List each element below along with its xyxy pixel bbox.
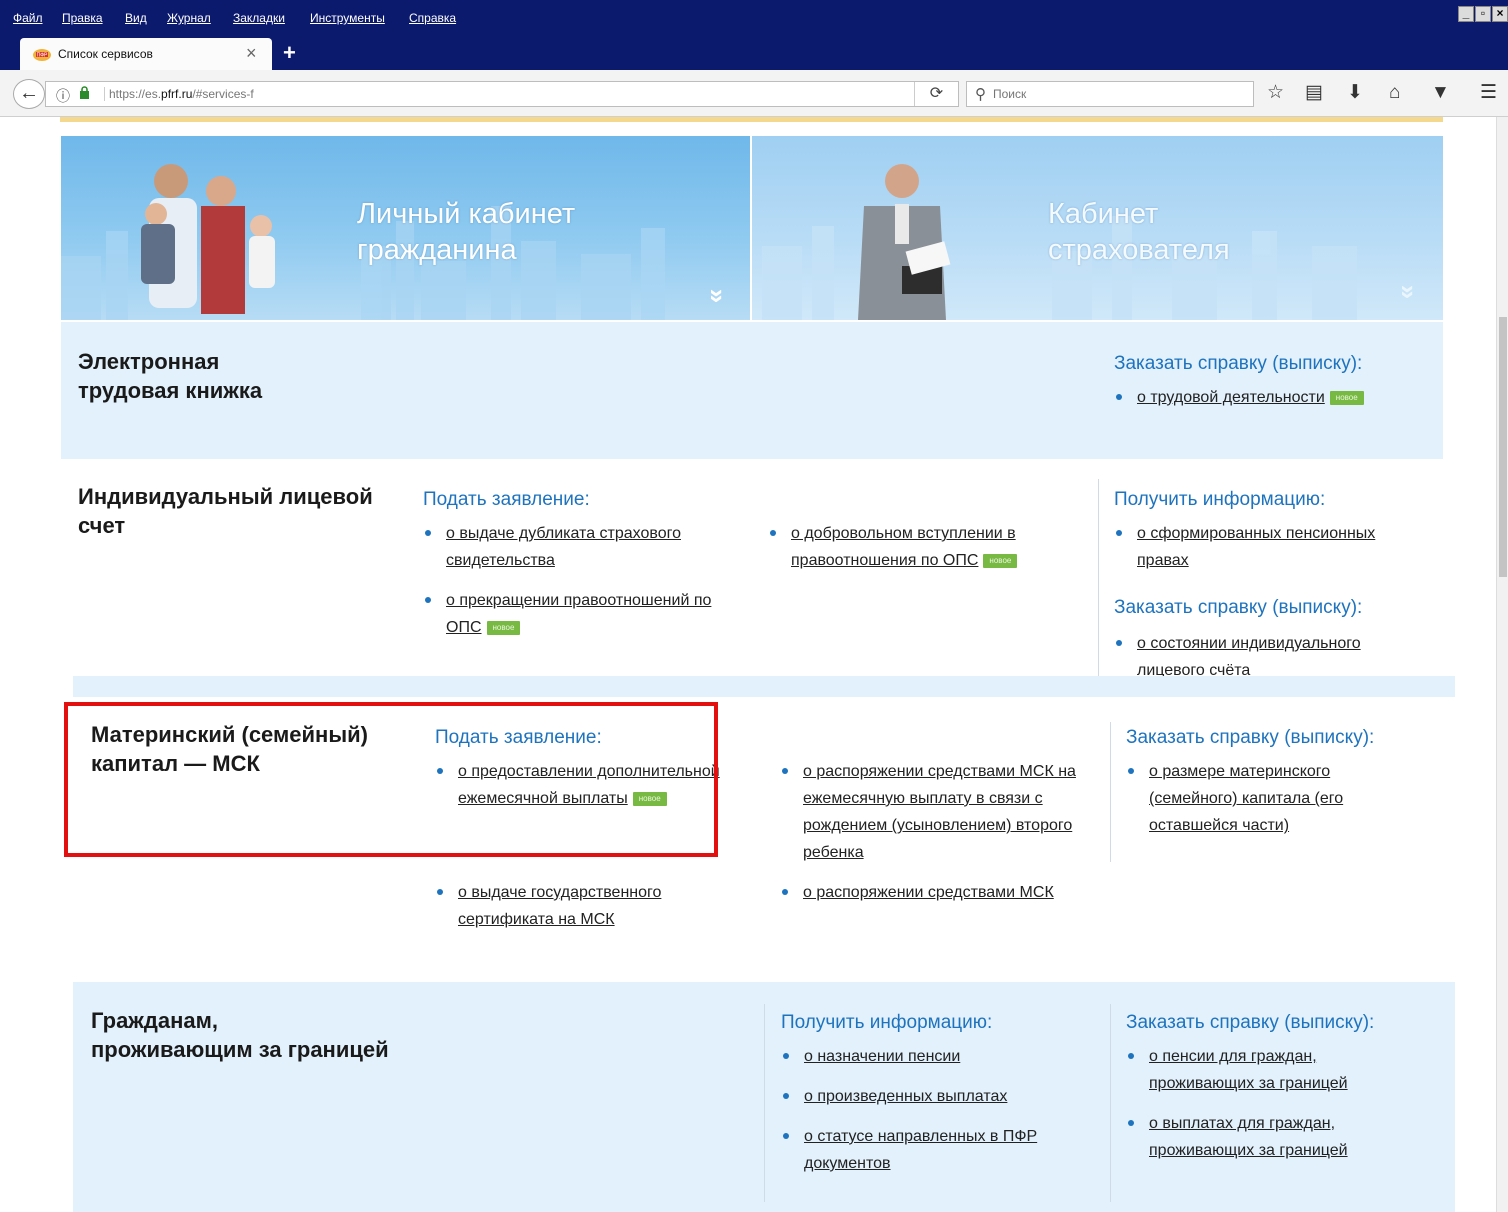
link-documents-status[interactable]: о статусе направленных в ПФР документов xyxy=(783,1123,1074,1177)
url-text[interactable]: https://es.pfrf.ru/#services-f xyxy=(104,87,254,101)
red-highlight-frame xyxy=(64,702,718,857)
link-voluntary-ops[interactable]: о добровольном вступлении в правоотношен… xyxy=(770,520,1061,574)
bullet xyxy=(770,530,776,536)
bullet xyxy=(783,1053,789,1059)
link-labor-activity[interactable]: о трудовой деятельности новое xyxy=(1116,384,1364,411)
tab-close-icon[interactable]: × xyxy=(246,43,257,64)
tab-strip: ПФР Список сервисов × + xyxy=(0,36,1508,70)
svg-text:ПФР: ПФР xyxy=(37,53,48,59)
citizen-cabinet-banner[interactable]: Личный кабинет гражданина » xyxy=(61,136,750,320)
link-pension-abroad[interactable]: о пенсии для граждан, проживающих за гра… xyxy=(1128,1043,1389,1097)
menu-view[interactable]: Вид xyxy=(125,11,147,25)
submit-application-heading: Подать заявление: xyxy=(423,489,590,510)
bullet xyxy=(1116,530,1122,536)
menu-bookmarks[interactable]: Закладки xyxy=(233,11,285,25)
bullet xyxy=(783,1133,789,1139)
get-information-heading: Получить информацию: xyxy=(1114,489,1326,510)
expand-chevron-icon[interactable]: » xyxy=(703,289,733,303)
page-scrollbar[interactable] xyxy=(1496,117,1508,1212)
address-bar[interactable]: ⓘ https://es.pfrf.ru/#services-f ⟳ xyxy=(45,81,959,107)
citizen-cabinet-title[interactable]: Личный кабинет гражданина xyxy=(357,196,575,268)
businessman-photo xyxy=(858,164,951,320)
column-divider xyxy=(1098,479,1099,679)
pfr-favicon-icon: ПФР xyxy=(33,49,51,61)
bullet xyxy=(783,1093,789,1099)
window-controls: _ ▫ × xyxy=(1457,6,1508,22)
section-title: Электронная трудовая книжка xyxy=(78,349,263,403)
menu-file[interactable]: Файл xyxy=(13,11,43,25)
tab-title: Список сервисов xyxy=(58,47,153,61)
link-monthly-payment-second-child[interactable]: о распоряжении средствами МСК на ежемеся… xyxy=(782,758,1093,866)
new-badge: новое xyxy=(983,554,1018,568)
section-title: Гражданам, проживающим за границей xyxy=(91,1008,389,1062)
order-certificate-heading: Заказать справку (выписку): xyxy=(1126,727,1375,748)
link-duplicate-certificate[interactable]: о выдаче дубликата страхового свидетельс… xyxy=(425,520,726,574)
family-photo xyxy=(141,164,275,314)
link-payments-abroad[interactable]: о выплатах для граждан, проживающих за г… xyxy=(1128,1110,1389,1164)
bullet xyxy=(782,889,788,895)
home-icon[interactable]: ⌂ xyxy=(1389,83,1400,103)
link-terminate-ops[interactable]: о прекращении правоотношений по ОПС новое xyxy=(425,587,736,641)
section-citizens-abroad: Гражданам, проживающим за границей Получ… xyxy=(73,982,1455,1212)
tab-services-list[interactable]: ПФР Список сервисов × xyxy=(20,38,272,70)
bullet xyxy=(425,530,431,536)
search-icon: ⚲ xyxy=(975,86,986,103)
minimize-icon[interactable]: _ xyxy=(1458,6,1474,22)
bullet xyxy=(1116,394,1122,400)
new-tab-icon[interactable]: + xyxy=(283,40,296,66)
browser-chrome: Файл Правка Вид Журнал Закладки Инструме… xyxy=(0,0,1508,117)
menu-edit[interactable]: Правка xyxy=(62,11,103,25)
bullet xyxy=(1128,768,1134,774)
insurer-cabinet-banner[interactable]: Кабинет страхователя » xyxy=(752,136,1443,320)
bullet xyxy=(1128,1053,1134,1059)
order-certificate-heading: Заказать справку (выписку): xyxy=(1114,597,1363,618)
column-divider xyxy=(1110,1004,1111,1202)
download-icon[interactable]: ⬇ xyxy=(1347,83,1363,103)
bullet xyxy=(1128,1120,1134,1126)
bullet xyxy=(437,889,443,895)
section-individual-account: Индивидуальный лицевой счет Подать заявл… xyxy=(61,459,1455,699)
section-title: Индивидуальный лицевой счет xyxy=(78,484,373,538)
top-accent-line xyxy=(60,117,1443,122)
new-badge: новое xyxy=(486,621,521,635)
insurer-cabinet-title[interactable]: Кабинет страхователя xyxy=(1048,196,1230,268)
menu-bar: Файл Правка Вид Журнал Закладки Инструме… xyxy=(0,0,1508,36)
star-icon[interactable]: ☆ xyxy=(1267,83,1284,103)
pocket-icon[interactable]: ▼ xyxy=(1431,83,1450,103)
new-badge: новое xyxy=(1329,391,1364,405)
menu-help[interactable]: Справка xyxy=(409,11,456,25)
get-information-heading: Получить информацию: xyxy=(781,1012,993,1033)
bullet xyxy=(782,768,788,774)
menu-tools[interactable]: Инструменты xyxy=(310,11,385,25)
restore-icon[interactable]: ▫ xyxy=(1475,6,1491,22)
reload-icon[interactable]: ⟳ xyxy=(914,82,958,106)
section-electronic-work-book: Электронная трудовая книжка Заказать спр… xyxy=(61,322,1443,459)
scrollbar-thumb[interactable] xyxy=(1499,317,1507,577)
link-state-certificate[interactable]: о выдаче государственного сертификата на… xyxy=(437,879,728,933)
link-capital-amount[interactable]: о размере материнского (семейного) капит… xyxy=(1128,758,1389,839)
column-divider xyxy=(764,1004,765,1202)
menu-history[interactable]: Журнал xyxy=(167,11,211,25)
link-dispose-funds[interactable]: о распоряжении средствами МСК xyxy=(782,879,1093,906)
info-icon[interactable]: ⓘ xyxy=(56,86,70,106)
lock-icon[interactable] xyxy=(79,86,90,102)
order-certificate-heading: Заказать справку (выписку): xyxy=(1114,353,1363,374)
link-pension-assignment[interactable]: о назначении пенсии xyxy=(783,1043,1094,1070)
back-arrow-icon[interactable]: ← xyxy=(13,79,45,109)
close-window-icon[interactable]: × xyxy=(1492,6,1508,22)
column-divider xyxy=(1110,722,1111,862)
bullet xyxy=(1116,640,1122,646)
order-certificate-heading: Заказать справку (выписку): xyxy=(1126,1012,1375,1033)
menu-icon[interactable]: ☰ xyxy=(1480,83,1497,103)
search-input[interactable] xyxy=(993,85,1243,103)
navigation-toolbar: ← ⓘ https://es.pfrf.ru/#services-f ⟳ ⚲ ☆… xyxy=(0,70,1508,117)
link-payments-made[interactable]: о произведенных выплатах xyxy=(783,1083,1094,1110)
expand-chevron-icon[interactable]: » xyxy=(1394,285,1424,299)
search-bar[interactable]: ⚲ xyxy=(966,81,1254,107)
bullet xyxy=(425,597,431,603)
reading-list-icon[interactable]: ▤ xyxy=(1305,83,1323,103)
section-separator-band xyxy=(73,676,1455,697)
link-pension-rights[interactable]: о сформированных пенсионных правах xyxy=(1116,520,1417,574)
